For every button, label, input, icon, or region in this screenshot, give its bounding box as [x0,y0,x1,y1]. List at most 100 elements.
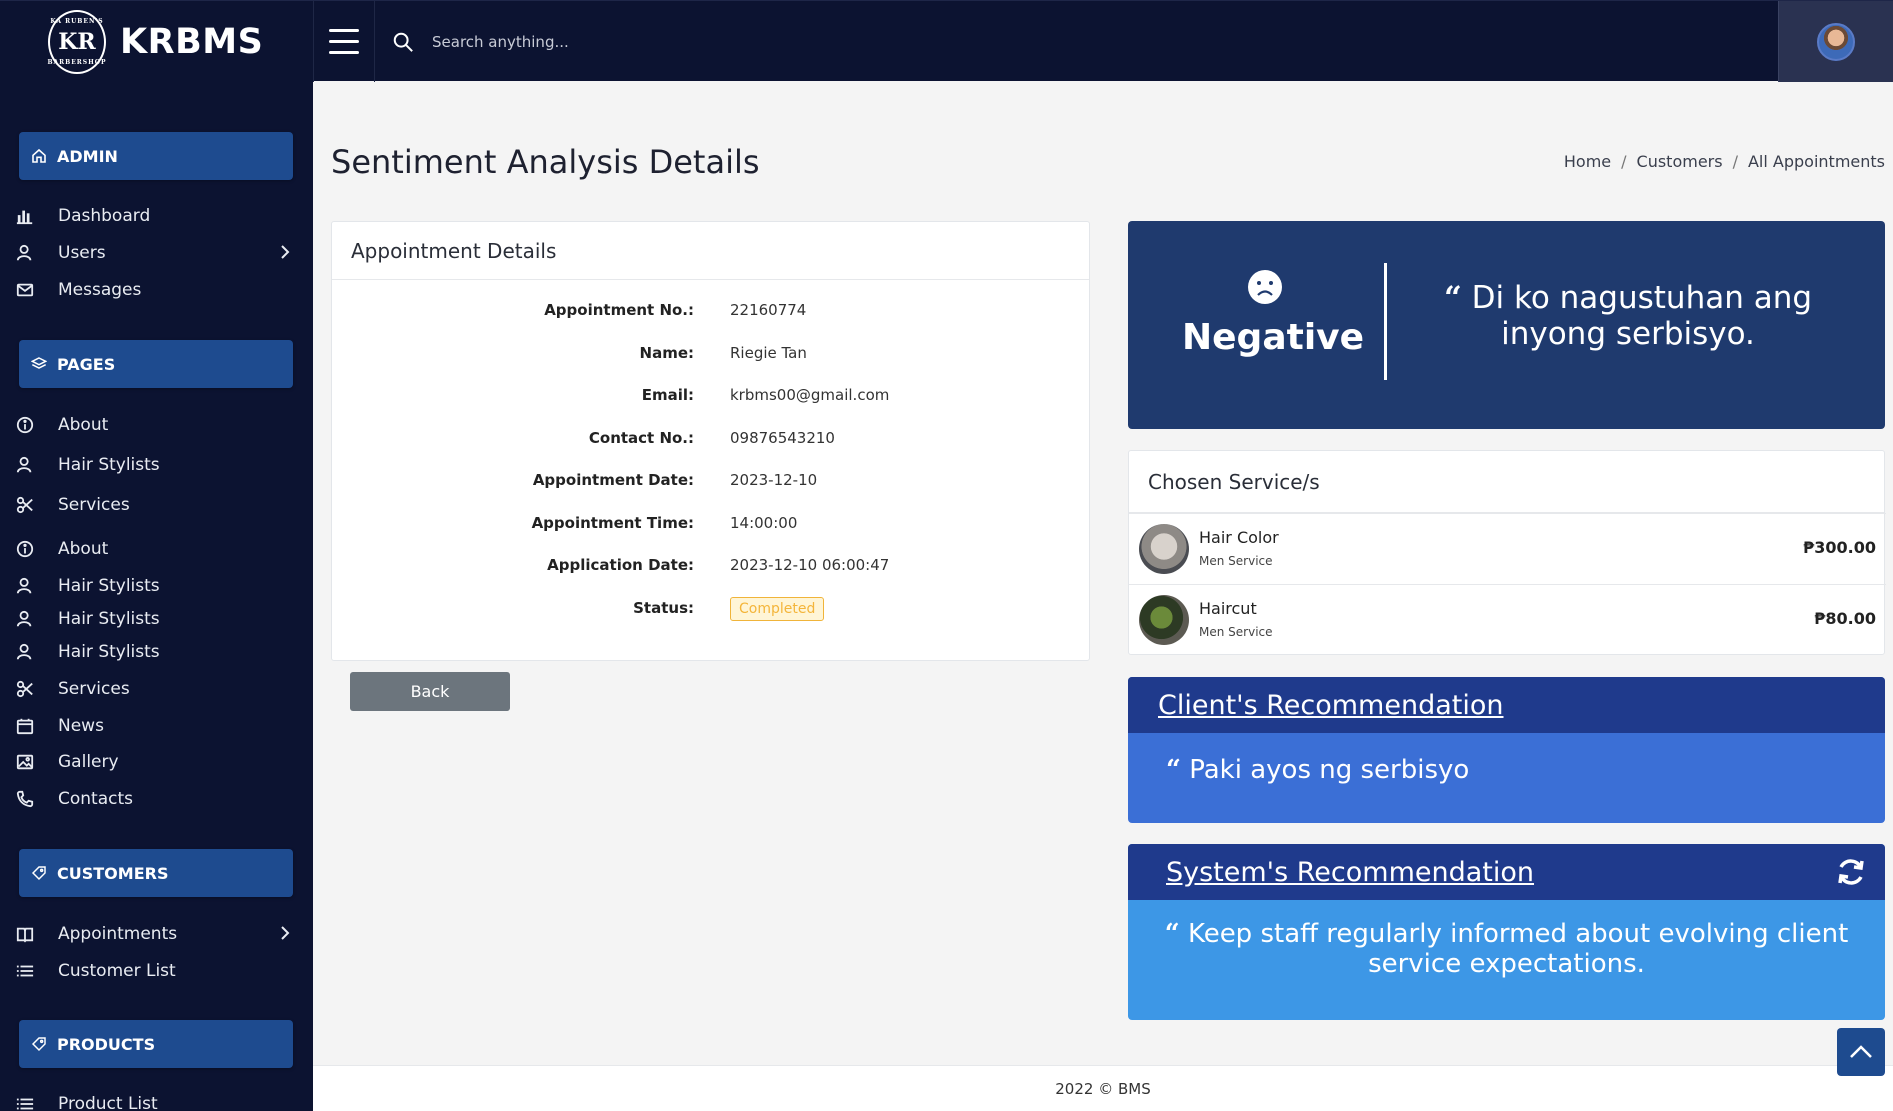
sidebar-item-about[interactable]: About [16,410,296,440]
sidebar-item-gallery[interactable]: Gallery [16,747,296,777]
sidebar-item-services-2[interactable]: Services [16,674,296,704]
refresh-icon[interactable] [1835,856,1867,888]
detail-appointment-no: Appointment No.: 22160774 [544,301,807,319]
detail-application-date: Application Date: 2023-12-10 06:00:47 [547,556,890,574]
sidebar-item-services[interactable]: Services [16,490,296,520]
detail-email: Email: krbms00@gmail.com [641,386,890,404]
chosen-services-card: Chosen Service/s Hair Color Men Service … [1128,450,1886,655]
card-title: Chosen Service/s [1129,451,1884,513]
appointment-details-card: Appointment Details Appointment No.: 2216… [331,221,1090,661]
system-recommendation-text: “ Keep staff regularly informed about ev… [1164,919,1849,979]
detail-appointment-date: Appointment Date: 2023-12-10 [532,471,818,489]
hamburger-menu-button[interactable] [313,1,375,82]
quote-icon: “ [1166,755,1181,785]
tag-icon [31,1037,46,1052]
card-title: Appointment Details [332,222,1089,280]
detail-contact-no: Contact No.: 09876543210 [588,429,835,447]
section-pages[interactable]: PAGES [19,340,293,388]
home-icon [32,148,46,163]
sidebar-item-dashboard[interactable]: Dashboard [16,201,296,231]
service-thumbnail [1139,524,1189,574]
divider [1384,263,1387,380]
chevron-right-icon [281,926,290,940]
sad-face-icon [1248,270,1282,304]
sidebar-item-messages[interactable]: Messages [16,275,296,305]
sentiment-panel: Negative “ Di ko nagustuhan ang inyong s… [1128,221,1885,429]
sidebar-item-product-list[interactable]: Product List [16,1089,296,1111]
users-icon [16,577,32,594]
tag-icon [31,866,46,881]
quote-icon: “ [1164,919,1180,949]
avatar [1817,22,1855,61]
service-category: Men Service [1199,554,1273,568]
phone-icon [16,790,34,808]
client-recommendation-panel: Client's Recommendation “ Paki ayos ng s… [1128,677,1885,823]
footer-text: 2022 © BMS [1055,1080,1151,1098]
brand-logo: KA RUBEN'S KR BARBERSHOP [47,9,106,74]
calendar-icon [16,718,34,735]
list-icon [16,965,34,977]
sidebar-item-hair-stylists-3[interactable]: Hair Stylists [16,604,296,634]
chevron-up-icon [1850,1045,1872,1058]
system-recommendation-panel: System's Recommendation “ Keep staff reg… [1128,844,1885,1020]
sidebar-item-contacts[interactable]: Contacts [16,784,296,814]
layers-icon [31,357,47,369]
bar-chart-icon [16,210,33,225]
system-recommendation-title: System's Recommendation [1166,856,1535,888]
users-icon [16,610,32,627]
sidebar-item-news[interactable]: News [16,711,296,741]
sidebar-item-hair-stylists-2[interactable]: Hair Stylists [16,571,296,601]
page-title: Sentiment Analysis Details [331,143,760,181]
service-price: ₱80.00 [1814,609,1876,628]
back-button[interactable]: Back [350,672,510,711]
sidebar-item-about-2[interactable]: About [16,534,296,564]
brand[interactable]: KA RUBEN'S KR BARBERSHOP KRBMS [0,1,313,82]
image-icon [16,754,34,770]
list-item: Hair Color Men Service ₱300.00 [1129,513,1886,583]
client-recommendation-text: “ Paki ayos ng serbisyo [1166,755,1470,785]
sidebar-item-users[interactable]: Users [16,238,296,268]
breadcrumb: Home / Customers / All Appointments [1563,152,1885,171]
users-icon [16,643,32,660]
list-item: Haircut Men Service ₱80.00 [1129,584,1886,654]
client-recommendation-title: Client's Recommendation [1128,677,1885,733]
detail-status: Status: Completed [332,597,1091,623]
quote-icon: “ [1443,280,1462,316]
envelope-icon [16,283,34,297]
breadcrumb-customers[interactable]: Customers [1637,152,1723,171]
service-name: Haircut [1199,599,1257,618]
top-navbar: KA RUBEN'S KR BARBERSHOP KRBMS [0,0,1893,82]
breadcrumb-home[interactable]: Home [1564,152,1611,171]
list-icon [16,1098,34,1110]
section-customers[interactable]: CUSTOMERS [19,849,293,897]
section-products[interactable]: PRODUCTS [19,1020,293,1068]
sentiment-quote: “ Di ko nagustuhan ang inyong serbisyo. [1443,280,1813,352]
book-icon [16,927,34,943]
sidebar-item-appointments[interactable]: Appointments [16,919,296,949]
detail-name: Name: Riegie Tan [639,344,807,362]
service-category: Men Service [1199,625,1273,639]
service-price: ₱300.00 [1803,538,1876,557]
brand-name: KRBMS [120,21,264,62]
users-icon [16,456,32,473]
detail-appointment-time: Appointment Time: 14:00:00 [531,514,798,532]
service-thumbnail [1139,595,1189,645]
search-input[interactable] [432,25,932,59]
user-menu[interactable] [1778,1,1893,82]
scissors-icon [16,680,33,698]
service-name: Hair Color [1199,528,1279,547]
search-icon[interactable] [392,31,414,53]
sentiment-label: Negative [1182,317,1365,358]
breadcrumb-all-appointments[interactable]: All Appointments [1748,152,1885,171]
info-icon [16,416,34,434]
sidebar-item-hair-stylists[interactable]: Hair Stylists [16,450,296,480]
section-admin[interactable]: ADMIN [19,132,293,180]
users-icon [16,244,32,261]
sidebar-item-customer-list[interactable]: Customer List [16,956,296,986]
scissors-icon [16,496,33,514]
chevron-right-icon [281,245,290,259]
system-recommendation-header: System's Recommendation [1128,844,1885,900]
info-icon [16,540,34,558]
sidebar-item-hair-stylists-4[interactable]: Hair Stylists [16,637,296,667]
scroll-to-top-button[interactable] [1837,1028,1885,1076]
